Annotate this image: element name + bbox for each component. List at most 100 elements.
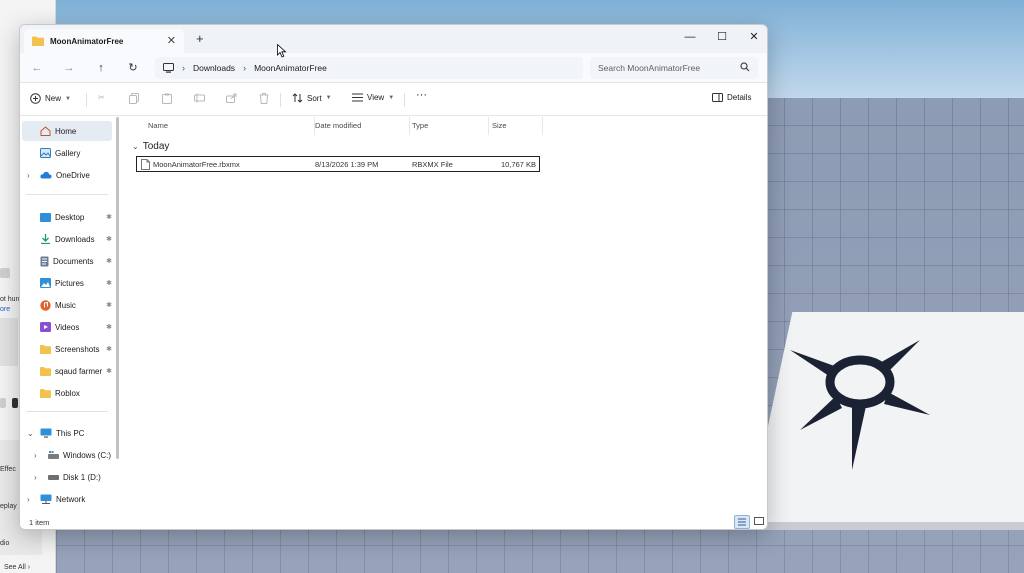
sidebar-item-home[interactable]: Home xyxy=(22,121,112,141)
pin-icon[interactable]: ✱ xyxy=(106,279,112,287)
maximize-button[interactable]: ☐ xyxy=(707,28,737,46)
disk-drive-icon xyxy=(48,474,59,480)
chevron-right-icon[interactable]: › xyxy=(27,171,30,180)
sidebar-item-onedrive[interactable]: › OneDrive xyxy=(20,165,116,185)
sidebar-item-network[interactable]: › Network xyxy=(20,489,116,509)
tab-moonanimatorfree[interactable]: MoonAnimatorFree ✕ xyxy=(24,29,184,53)
sidebar-item-screenshots[interactable]: Screenshots ✱ xyxy=(20,339,116,359)
address-bar[interactable]: › Downloads › MoonAnimatorFree xyxy=(155,57,583,79)
column-header-date-modified[interactable]: Date modified xyxy=(315,121,361,130)
sidebar-item-downloads[interactable]: Downloads ✱ xyxy=(20,229,116,249)
column-header-name[interactable]: Name xyxy=(148,121,168,130)
sidebar-item-gallery[interactable]: Gallery xyxy=(20,143,116,163)
new-tab-button[interactable]: + xyxy=(196,31,204,46)
sidebar-item-label: Home xyxy=(55,126,77,136)
onedrive-icon xyxy=(40,171,52,179)
pictures-icon xyxy=(40,278,51,288)
pin-icon[interactable]: ✱ xyxy=(106,235,112,243)
breadcrumb-separator: › xyxy=(243,63,247,73)
pin-icon[interactable]: ✱ xyxy=(106,257,112,265)
close-window-button[interactable]: ✕ xyxy=(739,28,767,46)
column-header-size[interactable]: Size xyxy=(492,121,507,130)
file-row[interactable]: MoonAnimatorFree.rbxmx 8/13/2026 1:39 PM… xyxy=(136,156,540,172)
sidebar-item-roblox[interactable]: Roblox xyxy=(20,383,116,403)
sidebar-item-pictures[interactable]: Pictures ✱ xyxy=(20,273,116,293)
refresh-button[interactable]: ↻ xyxy=(124,59,142,77)
clipboard-icon xyxy=(162,93,172,104)
search-placeholder: Search MoonAnimatorFree xyxy=(598,63,701,73)
chevron-right-icon[interactable]: › xyxy=(34,473,37,482)
breadcrumb-downloads[interactable]: Downloads xyxy=(193,63,235,73)
breadcrumb-moonanimatorfree[interactable]: MoonAnimatorFree xyxy=(254,63,327,73)
sidebar-item-documents[interactable]: Documents ✱ xyxy=(20,251,116,271)
fragment-link[interactable]: ore xyxy=(0,306,10,313)
details-view-toggle[interactable] xyxy=(734,515,750,529)
file-name: MoonAnimatorFree.rbxmx xyxy=(153,160,240,169)
group-header-today[interactable]: ⌄ Today xyxy=(132,141,169,152)
column-separator[interactable] xyxy=(542,117,543,135)
sidebar-item-sqaud-farmer[interactable]: sqaud farmer ✱ xyxy=(20,361,116,381)
tiles-view-toggle[interactable] xyxy=(752,515,767,529)
sidebar-item-videos[interactable]: Videos ✱ xyxy=(20,317,116,337)
details-pane-button[interactable]: Details xyxy=(712,93,751,102)
delete-button[interactable] xyxy=(259,93,269,104)
pin-icon[interactable]: ✱ xyxy=(106,301,112,309)
chevron-down-icon: ▼ xyxy=(65,95,71,102)
view-button[interactable]: View ▼ xyxy=(352,93,394,102)
paste-button[interactable] xyxy=(162,93,172,104)
folder-icon xyxy=(40,388,51,398)
windows-drive-icon xyxy=(48,451,59,459)
column-separator[interactable] xyxy=(488,117,489,135)
rename-button[interactable] xyxy=(194,93,205,103)
sidebar-item-label: Videos xyxy=(55,322,80,332)
sidebar-scrollbar[interactable] xyxy=(116,117,119,459)
pin-icon[interactable]: ✱ xyxy=(106,367,112,375)
forward-button[interactable]: → xyxy=(60,59,78,77)
sidebar-divider xyxy=(26,194,108,195)
view-icon xyxy=(352,93,363,102)
pin-icon[interactable]: ✱ xyxy=(106,345,112,353)
minimize-button[interactable]: — xyxy=(675,28,705,46)
dropdown-chip xyxy=(0,268,10,278)
up-button[interactable]: ↑ xyxy=(92,59,110,77)
copy-icon xyxy=(129,93,139,104)
new-button[interactable]: New ▼ xyxy=(30,93,71,104)
sidebar-item-disk-d[interactable]: › Disk 1 (D:) xyxy=(20,467,116,487)
sidebar-item-desktop[interactable]: Desktop ✱ xyxy=(20,207,116,227)
see-all-link[interactable]: See All › xyxy=(4,564,30,571)
sort-button[interactable]: Sort ▼ xyxy=(292,93,332,103)
pin-icon[interactable]: ✱ xyxy=(106,213,112,221)
chevron-right-icon[interactable]: › xyxy=(34,451,37,460)
desktop-icon xyxy=(40,212,51,222)
title-bar: MoonAnimatorFree ✕ + — ☐ ✕ xyxy=(20,25,767,53)
sidebar-item-label: Music xyxy=(55,300,76,310)
search-input[interactable]: Search MoonAnimatorFree xyxy=(590,57,758,79)
navigation-pane: Home Gallery › OneDrive Desktop ✱ Downlo… xyxy=(20,117,120,513)
column-header-type[interactable]: Type xyxy=(412,121,428,130)
new-label: New xyxy=(45,94,62,103)
sidebar-item-music[interactable]: Music ✱ xyxy=(20,295,116,315)
column-separator[interactable] xyxy=(409,117,410,135)
sidebar-item-this-pc[interactable]: ⌄ This PC xyxy=(20,423,116,443)
file-explorer-window: MoonAnimatorFree ✕ + — ☐ ✕ ← → ↑ ↻ › Dow… xyxy=(19,24,768,530)
close-tab-icon[interactable]: ✕ xyxy=(167,34,176,47)
copy-button[interactable] xyxy=(129,93,139,104)
sidebar-item-windows-c[interactable]: › Windows (C:) xyxy=(20,445,116,465)
sidebar-item-label: Windows (C:) xyxy=(63,450,112,460)
back-button[interactable]: ← xyxy=(28,59,46,77)
sidebar-item-label: This PC xyxy=(56,428,85,438)
sidebar-item-label: Roblox xyxy=(55,388,80,398)
chevron-down-icon[interactable]: ⌄ xyxy=(27,429,34,438)
star-decal xyxy=(790,340,930,470)
panel-block xyxy=(0,318,18,366)
sidebar-item-label: sqaud farmer xyxy=(55,366,103,376)
sort-icon xyxy=(292,93,303,103)
chevron-right-icon[interactable]: › xyxy=(27,495,30,504)
pin-icon[interactable]: ✱ xyxy=(106,323,112,331)
cut-button[interactable]: ✂ xyxy=(98,93,105,102)
more-options-button[interactable]: ··· xyxy=(416,89,427,101)
address-bar-row: ← → ↑ ↻ › Downloads › MoonAnimatorFree S… xyxy=(20,53,767,83)
computer-icon xyxy=(163,63,174,73)
downloads-icon xyxy=(41,234,50,244)
share-button[interactable] xyxy=(226,93,237,103)
